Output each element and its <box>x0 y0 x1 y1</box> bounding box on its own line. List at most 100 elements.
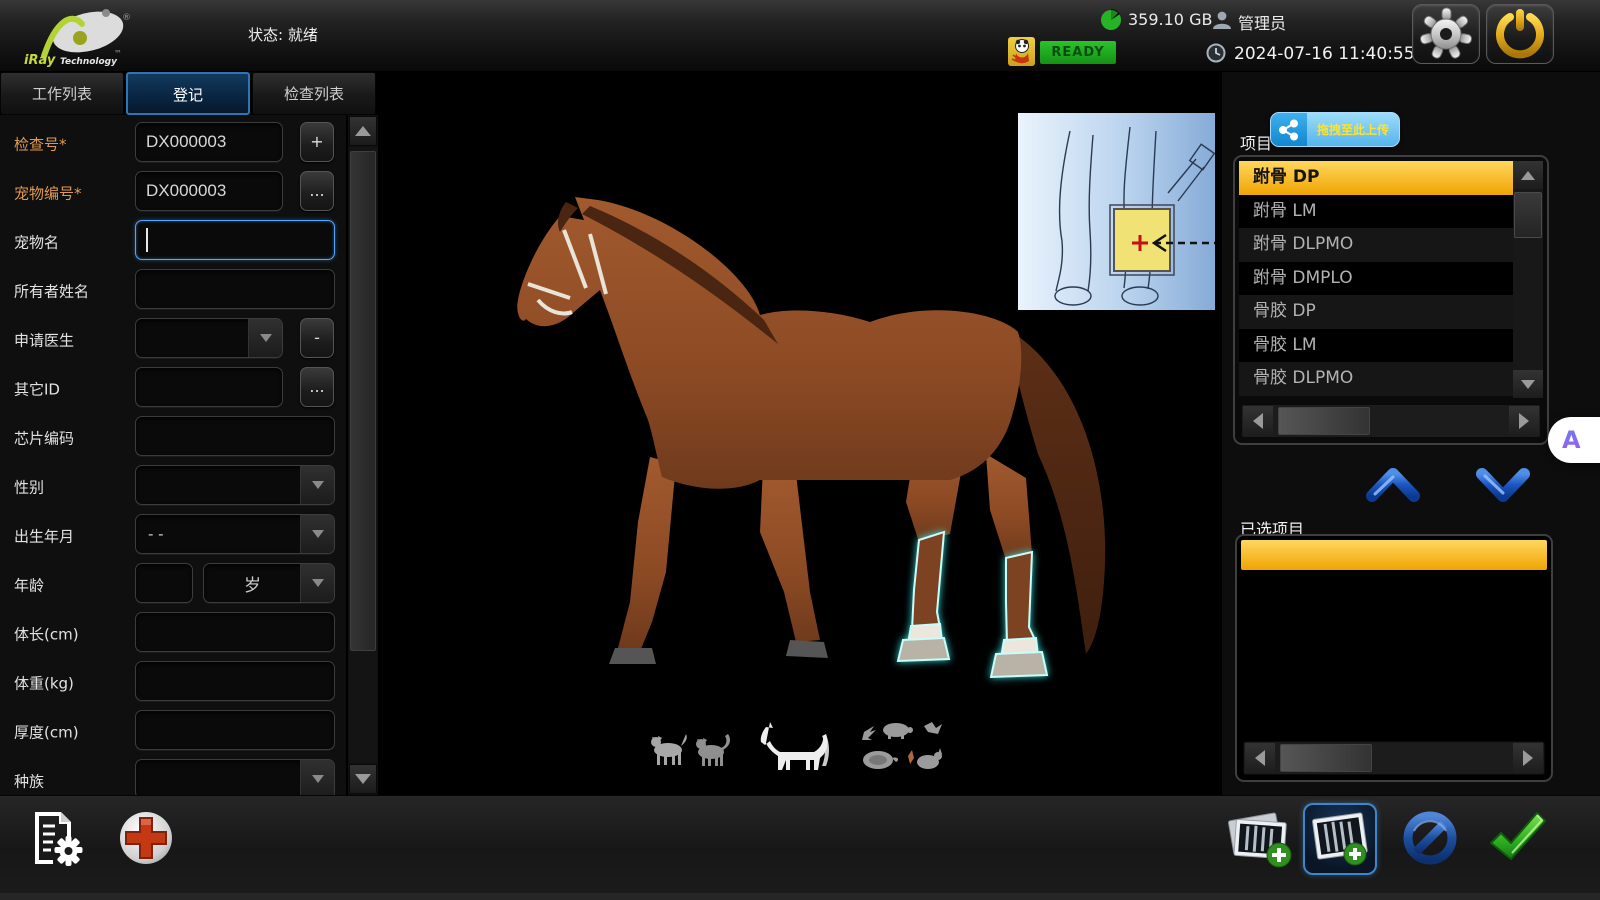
text-input[interactable] <box>135 661 335 701</box>
chevron-down-icon <box>300 564 334 602</box>
text-input[interactable] <box>135 710 335 750</box>
text-input[interactable] <box>135 367 283 407</box>
status-label: 状态: 就绪 <box>248 24 318 45</box>
anatomy-canvas[interactable] <box>378 72 1222 795</box>
detector-mascot-icon <box>1008 37 1035 66</box>
dropdown[interactable] <box>135 465 335 505</box>
procedure-list: 跗骨 DP跗骨 LM跗骨 DLPMO跗骨 DMPLO骨胶 DP骨胶 LM骨胶 D… <box>1233 155 1549 445</box>
procedure-list-scrollbar[interactable] <box>1513 161 1543 398</box>
upload-dropzone[interactable]: 拖拽至此上传 <box>1270 112 1400 147</box>
age-unit-dropdown[interactable]: 岁 <box>203 563 335 603</box>
procedure-item[interactable]: 跗骨 LM <box>1239 195 1513 229</box>
scroll-down-button[interactable] <box>349 764 377 794</box>
more-button[interactable]: ... <box>300 367 334 407</box>
bottom-edge-strip <box>0 893 1600 900</box>
cancel-button[interactable] <box>1400 808 1460 868</box>
field-label: 宠物编号* <box>14 183 82 204</box>
text-input[interactable] <box>135 171 283 211</box>
more-button[interactable]: ... <box>300 171 334 211</box>
assistant-logo-icon: A <box>1562 426 1581 454</box>
field-label: 体长(cm) <box>14 624 79 645</box>
field-label: 出生年月 <box>14 526 74 547</box>
detector-ready-badge: READY <box>1040 41 1116 64</box>
procedure-item[interactable]: 跗骨 DLPMO <box>1239 228 1513 262</box>
form-row: 芯片编码 <box>0 416 346 460</box>
form-row: 所有者姓名 <box>0 269 346 313</box>
settings-button[interactable] <box>1412 4 1480 64</box>
scroll-left-button[interactable] <box>1245 743 1275 773</box>
form-row: 种族 <box>0 759 346 795</box>
move-up-button[interactable] <box>1362 462 1424 508</box>
add-multiple-views-button[interactable] <box>1222 806 1298 872</box>
procedure-item[interactable]: 骨胶 LM <box>1239 329 1513 363</box>
user-icon <box>1212 10 1232 30</box>
power-button[interactable] <box>1486 4 1554 64</box>
species-exotic[interactable] <box>856 716 942 776</box>
field-label: 芯片编码 <box>14 428 74 449</box>
field-label: 种族 <box>14 771 44 792</box>
registration-form: 检查号*+宠物编号*...宠物名所有者姓名申请医生-其它ID...芯片编码性别出… <box>0 115 346 795</box>
field-label: 年龄 <box>14 575 44 596</box>
document-gear-icon <box>27 808 87 870</box>
form-row: 体长(cm) <box>0 612 346 656</box>
chevron-down-icon <box>248 319 282 357</box>
text-input[interactable] <box>135 269 335 309</box>
scroll-left-button[interactable] <box>1243 406 1273 436</box>
procedure-item[interactable]: 跗骨 DP <box>1239 161 1513 195</box>
move-down-button[interactable] <box>1472 462 1534 508</box>
dropdown[interactable]: - - <box>135 514 335 554</box>
xray-stack-add-icon <box>1223 807 1297 871</box>
text-input[interactable] <box>135 220 335 260</box>
text-caret <box>146 228 148 252</box>
selected-item-row[interactable] <box>1241 540 1547 570</box>
new-patient-button[interactable] <box>116 808 176 868</box>
scroll-right-button[interactable] <box>1513 743 1543 773</box>
scrollbar-thumb[interactable] <box>1514 192 1542 238</box>
xray-add-icon <box>1309 810 1371 868</box>
text-input[interactable] <box>135 122 283 162</box>
text-input[interactable] <box>135 416 335 456</box>
chevron-down-icon <box>300 466 334 504</box>
selected-hind-leg-region[interactable] <box>991 552 1047 677</box>
scroll-up-button[interactable] <box>349 116 377 146</box>
scroll-up-button[interactable] <box>1513 161 1543 189</box>
dropdown[interactable] <box>135 318 283 358</box>
species-selector <box>648 714 938 778</box>
tab-worklist[interactable]: 工作列表 <box>0 72 124 115</box>
scrollbar-thumb[interactable] <box>1278 407 1370 435</box>
selected-hind-leg-region[interactable] <box>898 532 949 661</box>
scroll-down-button[interactable] <box>1513 370 1543 398</box>
scroll-right-button[interactable] <box>1509 406 1539 436</box>
text-input[interactable] <box>135 612 335 652</box>
storage-pie-icon <box>1100 9 1122 31</box>
procedure-panel: 项目 拖拽至此上传 跗骨 DP跗骨 LM跗骨 DLPMO跗骨 DMPLO骨胶 D… <box>1222 72 1600 795</box>
scrollbar-thumb[interactable] <box>1280 744 1372 772</box>
confirm-button[interactable] <box>1484 806 1548 870</box>
field-label: 所有者姓名 <box>14 281 89 302</box>
power-icon <box>1487 5 1553 63</box>
selected-items-list <box>1235 534 1553 782</box>
procedure-item[interactable]: 骨胶 DLPMO <box>1239 362 1513 396</box>
items-title: 项目 <box>1240 130 1272 154</box>
user-name: 管理员 <box>1238 10 1286 34</box>
remove-button[interactable]: - <box>300 318 334 358</box>
procedure-item[interactable]: 骨胶 DP <box>1239 295 1513 329</box>
selected-list-hscrollbar[interactable] <box>1243 741 1545 775</box>
procedure-item[interactable]: 跗骨 DMPLO <box>1239 262 1513 296</box>
dropdown[interactable] <box>135 759 335 795</box>
tab-examlist[interactable]: 检查列表 <box>252 72 376 115</box>
procedure-list-hscrollbar[interactable] <box>1241 404 1541 438</box>
species-dog-cat[interactable] <box>648 716 734 776</box>
tab-register[interactable]: 登记 <box>126 72 250 115</box>
age-input[interactable] <box>135 563 193 603</box>
form-scrollbar[interactable] <box>348 115 378 795</box>
add-view-button[interactable] <box>1303 803 1377 875</box>
assistant-bubble[interactable]: A <box>1548 417 1600 463</box>
field-label: 性别 <box>14 477 44 498</box>
species-horse[interactable] <box>756 716 834 776</box>
scrollbar-thumb[interactable] <box>350 151 376 651</box>
worklist-report-button[interactable] <box>26 806 88 872</box>
form-row: 出生年月 - - <box>0 514 346 558</box>
front-hoof <box>609 648 656 664</box>
add-button[interactable]: + <box>300 122 334 162</box>
